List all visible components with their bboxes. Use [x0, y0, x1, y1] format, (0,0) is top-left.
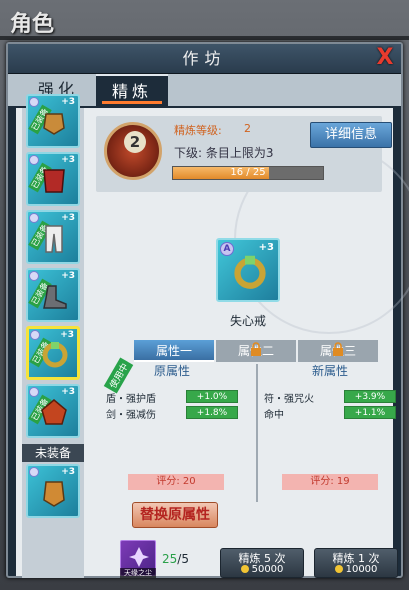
gauntlet-icon — [43, 481, 65, 507]
tab-attribute-2[interactable]: 属性二 — [216, 340, 296, 362]
attribute-tabs: 属性一 属性二 属性三 — [134, 340, 380, 364]
refine-5-cost: 50000 — [221, 564, 303, 575]
refine-level-label: 精炼等级: — [174, 124, 222, 137]
refine-1-cost: 10000 — [315, 564, 397, 575]
ring-icon — [234, 255, 266, 289]
attr-name: 命中 — [264, 410, 284, 421]
equipment-slot-armor[interactable]: +3 已装备 — [26, 152, 80, 206]
refine-item-slot[interactable]: A +3 — [216, 238, 280, 302]
coin-icon — [240, 565, 249, 573]
progress-text: 16 / 25 — [230, 167, 266, 178]
new-attr-row: 命中 — [264, 406, 284, 421]
pants-icon — [45, 225, 63, 253]
detail-info-button[interactable]: 详细信息 — [310, 122, 392, 148]
close-button[interactable]: X — [373, 46, 397, 70]
tab-attribute-3[interactable]: 属性三 — [298, 340, 378, 362]
refine-1-cost-value: 10000 — [345, 564, 378, 575]
equipment-list[interactable]: +3 已装备 +3 已装备 +3 已装备 +3 已装备 +3 已装备 +3 已装… — [22, 94, 84, 578]
refine-info-box: 2 精炼等级: 2 下级: 条目上限为3 16 / 25 详细信息 — [96, 116, 392, 192]
refine-progress-bar: 16 / 25 — [172, 166, 324, 180]
original-attr-title: 原属性 — [154, 364, 191, 378]
tab-attribute-1[interactable]: 属性一 — [134, 340, 214, 362]
new-attr-row: 符・强咒火 — [264, 390, 314, 405]
original-score: 评分: 20 — [128, 474, 224, 490]
item-name: 失心戒 — [229, 314, 266, 328]
equipment-slot-boots[interactable]: +3 已装备 — [26, 268, 80, 322]
unequipped-label: 未装备 — [22, 444, 84, 462]
equipment-slot-pants[interactable]: +3 已装备 — [26, 210, 80, 264]
new-attr-title: 新属性 — [312, 364, 349, 378]
material-have: 25 — [162, 552, 178, 566]
dust-material-icon — [129, 547, 149, 567]
equipment-slot-glove[interactable]: +3 已装备 — [26, 94, 80, 148]
in-use-tag: 使用中 — [103, 357, 134, 394]
replace-attribute-button[interactable]: 替换原属性 — [132, 502, 218, 528]
original-attr-row: 盾・强护盾 — [106, 390, 156, 405]
armor-icon — [43, 169, 65, 193]
material-name: 天缘之尘 — [120, 568, 156, 578]
glove-icon — [43, 113, 65, 135]
next-level-text: 下级: 条目上限为3 — [174, 146, 274, 160]
material-count: 25/5 — [162, 552, 189, 566]
original-attr-row: 剑・强减伤 — [106, 406, 156, 421]
lock-icon — [333, 342, 343, 356]
close-icon: X — [376, 45, 394, 70]
refine-1-time-button[interactable]: 精炼 1 次 10000 — [314, 548, 398, 578]
refine-5-times-button[interactable]: 精炼 5 次 50000 — [220, 548, 304, 578]
divider — [256, 364, 258, 502]
coin-icon — [334, 565, 343, 573]
tab-refine[interactable]: 精炼 — [96, 74, 168, 106]
role-screen-title: 角色 — [10, 12, 55, 37]
new-attr-value: +3.9% — [344, 390, 396, 403]
refine-5-cost-value: 50000 — [251, 564, 284, 575]
new-score: 评分: 19 — [282, 474, 378, 490]
window-title: 作坊 — [8, 44, 401, 74]
role-screen-bar — [0, 36, 409, 40]
attr-name: 盾・强护盾 — [106, 394, 156, 405]
original-attr-value: +1.8% — [186, 406, 238, 419]
attr-name: 剑・强减伤 — [106, 410, 156, 421]
new-attr-value: +1.1% — [344, 406, 396, 419]
workshop-window: 作坊 X 强化 精炼 +3 已装备 +3 已装备 +3 已装备 +3 已装备 +… — [6, 42, 409, 578]
medal-number: 2 — [124, 131, 146, 153]
equipment-slot-shoulder[interactable]: +3 已装备 — [26, 384, 80, 438]
material-need: /5 — [177, 552, 189, 566]
refine-content: +3 已装备 +3 已装备 +3 已装备 +3 已装备 +3 已装备 +3 已装… — [16, 94, 409, 578]
refine-level-medal-icon: 2 — [104, 122, 162, 180]
original-attr-value: +1.0% — [186, 390, 238, 403]
shoulder-armor-icon — [41, 399, 67, 425]
lock-icon — [251, 342, 261, 356]
ring-icon — [42, 342, 68, 368]
boots-icon — [43, 285, 67, 309]
refine-level-value: 2 — [244, 122, 251, 135]
attr-name: 符・强咒火 — [264, 394, 314, 405]
equipment-slot-gauntlet[interactable]: +3 — [26, 464, 80, 518]
equipment-slot-ring[interactable]: +3 已装备 — [26, 326, 80, 380]
